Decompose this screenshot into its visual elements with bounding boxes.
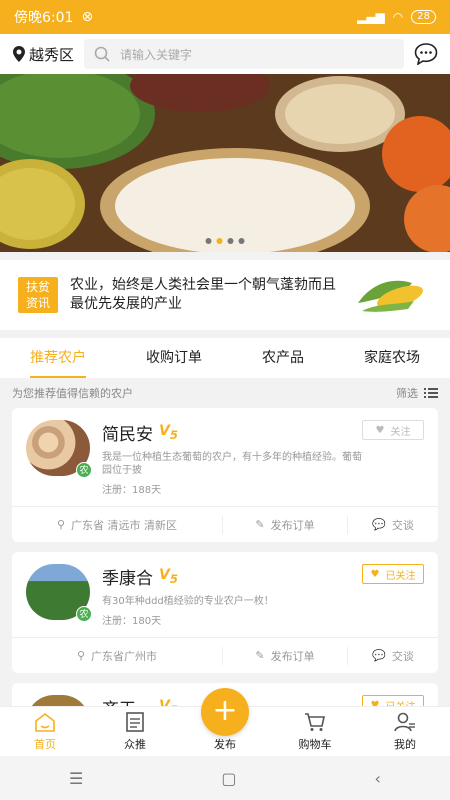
- chat-button[interactable]: 💬 交谈: [348, 517, 438, 533]
- follow-label: 关注: [390, 426, 411, 438]
- nav-mine[interactable]: 我的: [375, 712, 435, 752]
- news-text: 农业，始终是人类社会里一个朝气蓬勃而且最优先发展的产业: [70, 277, 336, 312]
- location-pin-icon: ⚲: [56, 518, 66, 531]
- registration-days: 注册：180天: [102, 616, 162, 627]
- publish-order-button[interactable]: ✎ 发布订单: [222, 515, 348, 534]
- vip-level-badge: V5: [159, 423, 178, 442]
- farmer-badge: 农: [76, 606, 92, 622]
- farmer-location-text: 广东省 清远市 清新区: [71, 518, 178, 532]
- pencil-icon: ✎: [255, 518, 265, 531]
- menu-icon[interactable]: ☰: [69, 769, 83, 788]
- tab-recommended-farmers[interactable]: 推荐农户: [30, 338, 86, 378]
- avatar: 农: [26, 420, 92, 478]
- publish-fab-button[interactable]: +: [201, 688, 249, 736]
- location-pin-icon: ⚲: [76, 649, 86, 662]
- search-input[interactable]: 请输入关键字: [84, 39, 404, 69]
- farmer-card[interactable]: 农 季康合 V5 有30年种ddd植经验的专业农户一枚！ 注册：180天 ♥ 已…: [12, 552, 438, 673]
- battery-icon: 28: [411, 10, 436, 24]
- nav-home[interactable]: 首页: [15, 712, 75, 752]
- tab-farm-products[interactable]: 农产品: [262, 338, 304, 378]
- carousel-dot: [205, 238, 212, 244]
- home-icon: [35, 712, 55, 732]
- chat-icon: 💬: [372, 649, 386, 662]
- grains-banner-image: [0, 74, 450, 252]
- back-icon[interactable]: ‹: [375, 769, 381, 788]
- vip-level: 5: [169, 571, 178, 586]
- list-subheader: 为您推荐值得信赖的农户 筛选: [0, 378, 450, 408]
- farmer-location: ⚲ 广东省 清远市 清新区: [12, 517, 222, 533]
- registration-days: 注册：188天: [102, 485, 162, 496]
- cart-icon: [305, 713, 325, 731]
- farmer-location: ⚲ 广东省广州市: [12, 648, 222, 664]
- filter-label: 筛选: [396, 387, 418, 400]
- farmer-name: 简民安: [102, 425, 153, 445]
- avatar: 农: [26, 564, 92, 622]
- search-placeholder: 请输入关键字: [120, 47, 193, 62]
- nav-home-label: 首页: [34, 738, 56, 751]
- search-icon: [94, 46, 110, 62]
- publish-order-button[interactable]: ✎ 发布订单: [222, 646, 348, 665]
- tab-family-farms[interactable]: 家庭农场: [364, 338, 420, 378]
- chat-label: 交谈: [391, 649, 414, 663]
- list-icon: [424, 388, 438, 398]
- chat-label: 交谈: [391, 518, 414, 532]
- status-time: 傍晚6:01: [14, 10, 74, 26]
- nav-mine-label: 我的: [394, 738, 416, 751]
- vip-level-badge: V5: [159, 567, 178, 586]
- news-badge: 扶贫 资讯: [18, 277, 58, 313]
- filter-button[interactable]: 筛选: [396, 385, 438, 401]
- carousel-dot: [238, 238, 245, 244]
- system-nav-bar: ☰ ▢ ‹: [0, 756, 450, 800]
- user-icon: [394, 712, 415, 732]
- follow-label: 已关注: [385, 570, 416, 582]
- farmer-description: 我是一位种植生态葡萄的农户，有十多年的种植经验。葡萄园位于披: [102, 452, 362, 476]
- farmer-card[interactable]: 农 简民安 V5 我是一位种植生态葡萄的农户，有十多年的种植经验。葡萄园位于披 …: [12, 408, 438, 542]
- poverty-news-strip[interactable]: 扶贫 资讯 农业，始终是人类社会里一个朝气蓬勃而且最优先发展的产业: [0, 260, 450, 330]
- nav-cart[interactable]: 购物车: [285, 712, 345, 752]
- chat-icon: 💬: [372, 518, 386, 531]
- nav-crowd-push[interactable]: 众推: [105, 712, 165, 752]
- nav-publish[interactable]: 发布: [195, 736, 255, 752]
- corn-icon: [358, 280, 423, 312]
- pencil-icon: ✎: [255, 649, 265, 662]
- farmer-location-text: 广东省广州市: [91, 649, 158, 663]
- vip-level: 5: [169, 427, 178, 442]
- wifi-icon: ◠: [392, 10, 404, 24]
- nav-cart-label: 购物车: [298, 738, 332, 751]
- heart-icon: ♥: [375, 424, 385, 436]
- location-selector[interactable]: 越秀区: [12, 44, 74, 65]
- publish-order-label: 发布订单: [270, 649, 315, 663]
- news-badge-line1: 扶贫: [25, 280, 50, 294]
- chat-button[interactable]: 💬 交谈: [348, 648, 438, 664]
- nav-crowd-push-label: 众推: [124, 738, 146, 751]
- location-label: 越秀区: [29, 45, 75, 64]
- farmer-description: 有30年种ddd植经验的专业农户一枚！: [102, 596, 274, 607]
- carousel-dot: [227, 238, 234, 244]
- farmer-badge: 农: [76, 462, 92, 478]
- heart-icon: ♥: [370, 568, 380, 580]
- followed-button[interactable]: ♥ 已关注: [362, 564, 424, 584]
- top-bar: 越秀区 请输入关键字: [0, 34, 450, 74]
- follow-button[interactable]: ♥ 关注: [362, 420, 424, 440]
- news-badge-line2: 资讯: [25, 296, 50, 310]
- document-icon: [126, 712, 144, 732]
- home-square-icon[interactable]: ▢: [221, 769, 236, 788]
- list-subheader-text: 为您推荐值得信赖的农户: [12, 387, 133, 400]
- carousel-dot-active: [216, 238, 223, 244]
- banner-carousel[interactable]: [0, 74, 450, 252]
- status-bar: 傍晚6:01 ⊗ ▂▄▆ ◠ 28: [0, 0, 450, 34]
- category-tabs: 推荐农户 收购订单 农产品 家庭农场: [0, 338, 450, 378]
- nav-publish-label: 发布: [214, 738, 236, 751]
- message-icon[interactable]: [414, 43, 438, 65]
- no-notification-icon: ⊗: [81, 9, 94, 25]
- location-pin-icon: [13, 46, 25, 62]
- plus-icon: +: [212, 693, 238, 728]
- farmer-name: 季康合: [102, 569, 153, 589]
- carousel-dots: [205, 238, 245, 244]
- signal-icon: ▂▄▆: [357, 10, 385, 24]
- tab-purchase-orders[interactable]: 收购订单: [146, 338, 202, 378]
- publish-order-label: 发布订单: [270, 518, 315, 532]
